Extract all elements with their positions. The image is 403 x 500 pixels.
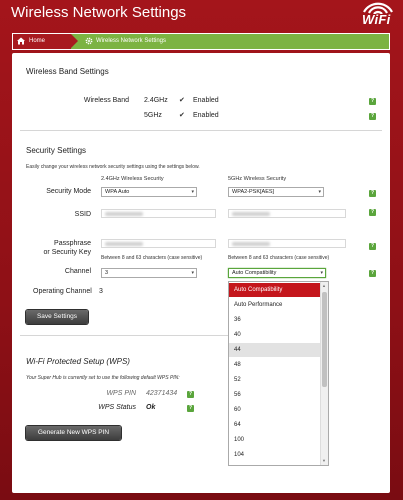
breadcrumb-arrow xyxy=(71,34,78,48)
dropdown-option[interactable]: 44 xyxy=(229,343,321,357)
passphrase-label-2: or Security Key xyxy=(43,249,91,256)
help-icon[interactable]: ? xyxy=(369,270,376,277)
security-section-title: Security Settings xyxy=(26,146,87,155)
operating-channel-label: Operating Channel xyxy=(33,288,92,295)
dropdown-option[interactable]: Auto Compatibility xyxy=(229,283,321,297)
wps-pin-label: WPS PIN xyxy=(106,390,136,397)
dropdown-option[interactable]: 56 xyxy=(229,388,321,402)
divider xyxy=(20,130,382,131)
breadcrumb: Home Wireless Network Settings xyxy=(12,33,390,50)
dropdown-option[interactable]: 64 xyxy=(229,418,321,432)
security-mode-5-select[interactable]: WPA2-PSK[AES] ▾ xyxy=(228,187,324,197)
chevron-down-icon: ▾ xyxy=(191,270,194,276)
scroll-down-icon[interactable]: ▼ xyxy=(322,458,326,463)
chevron-down-icon: ▾ xyxy=(191,189,194,195)
channel-24-value: 3 xyxy=(105,270,109,276)
wps-status-label: WPS Status xyxy=(98,404,136,411)
col-5-title: 5GHz Wireless Security xyxy=(228,176,287,182)
channel-5-dropdown-list[interactable]: Auto Compatibility Auto Performance 36 4… xyxy=(228,281,329,466)
dropdown-option[interactable]: 60 xyxy=(229,403,321,417)
channel-24-select[interactable]: 3 ▾ xyxy=(101,268,197,278)
band-24-status: Enabled xyxy=(193,97,219,104)
wps-description: Your Super Hub is currently set to use t… xyxy=(26,375,180,381)
chevron-down-icon: ▾ xyxy=(320,270,323,276)
passphrase-24-input[interactable] xyxy=(101,239,216,248)
security-mode-label: Security Mode xyxy=(46,188,91,195)
band-5-checkbox[interactable]: ✔ xyxy=(179,112,185,119)
band-24-freq: 2.4GHz xyxy=(144,97,168,104)
save-settings-button[interactable]: Save Settings xyxy=(26,310,88,324)
passphrase-5-input[interactable] xyxy=(228,239,346,248)
operating-channel-value: 3 xyxy=(99,288,103,295)
dropdown-option[interactable]: 48 xyxy=(229,358,321,372)
chevron-down-icon: ▾ xyxy=(318,189,321,195)
col-24-title: 2.4GHz Wireless Security xyxy=(101,176,164,182)
security-mode-5-value: WPA2-PSK[AES] xyxy=(232,189,275,195)
help-icon[interactable]: ? xyxy=(369,98,376,105)
security-mode-24-select[interactable]: WPA Auto ▾ xyxy=(101,187,197,197)
scrollbar-thumb[interactable] xyxy=(322,292,327,387)
dropdown-option[interactable]: 52 xyxy=(229,373,321,387)
band-section-title: Wireless Band Settings xyxy=(26,67,109,76)
wifi-logo-text: WiFi xyxy=(362,12,391,27)
generate-wps-pin-button[interactable]: Generate New WPS PIN xyxy=(26,426,121,440)
nav-current-label: Wireless Network Settings xyxy=(96,38,167,44)
wps-status-value: Ok xyxy=(146,404,156,411)
band-label: Wireless Band xyxy=(83,97,129,104)
channel-label: Channel xyxy=(64,268,91,275)
gear-icon xyxy=(85,37,93,52)
security-description: Easily change your wireless network secu… xyxy=(26,164,200,170)
band-5-status: Enabled xyxy=(193,112,219,119)
wps-section-title: Wi-Fi Protected Setup (WPS) xyxy=(26,357,130,366)
ssid-5-input[interactable] xyxy=(228,209,346,218)
nav-current-page: Wireless Network Settings xyxy=(85,34,166,49)
home-icon xyxy=(17,37,25,52)
passphrase-5-hint: Between 8 and 63 characters (case sensit… xyxy=(228,255,330,261)
scroll-up-icon[interactable]: ▲ xyxy=(322,283,326,288)
band-5-freq: 5GHz xyxy=(144,112,162,119)
security-mode-24-value: WPA Auto xyxy=(105,189,130,195)
dropdown-option[interactable]: 36 xyxy=(229,313,321,327)
passphrase-label: Passphrase xyxy=(54,240,91,247)
channel-5-select[interactable]: Auto Compatibility ▾ xyxy=(228,268,326,278)
ssid-label: SSID xyxy=(74,211,91,218)
nav-home-link[interactable]: Home xyxy=(13,34,71,49)
page-title: Wireless Network Settings xyxy=(11,4,187,21)
passphrase-24-hint: Between 8 and 63 characters (case sensit… xyxy=(101,255,203,261)
dropdown-option[interactable]: 104 xyxy=(229,448,321,462)
band-24-checkbox[interactable]: ✔ xyxy=(179,97,185,104)
dropdown-option[interactable]: Auto Performance xyxy=(229,298,321,312)
help-icon[interactable]: ? xyxy=(369,243,376,250)
nav-home-label: Home xyxy=(29,38,46,44)
help-icon[interactable]: ? xyxy=(187,391,194,398)
dropdown-option[interactable]: 40 xyxy=(229,328,321,342)
help-icon[interactable]: ? xyxy=(187,405,194,412)
ssid-24-input[interactable] xyxy=(101,209,216,218)
wps-pin-value: 42371434 xyxy=(146,390,178,397)
divider xyxy=(20,335,228,336)
help-icon[interactable]: ? xyxy=(369,209,376,216)
dropdown-option[interactable]: 100 xyxy=(229,433,321,447)
help-icon[interactable]: ? xyxy=(369,113,376,120)
dropdown-scrollbar[interactable]: ▲ ▼ xyxy=(320,282,328,465)
help-icon[interactable]: ? xyxy=(369,190,376,197)
channel-5-value: Auto Compatibility xyxy=(232,270,277,276)
